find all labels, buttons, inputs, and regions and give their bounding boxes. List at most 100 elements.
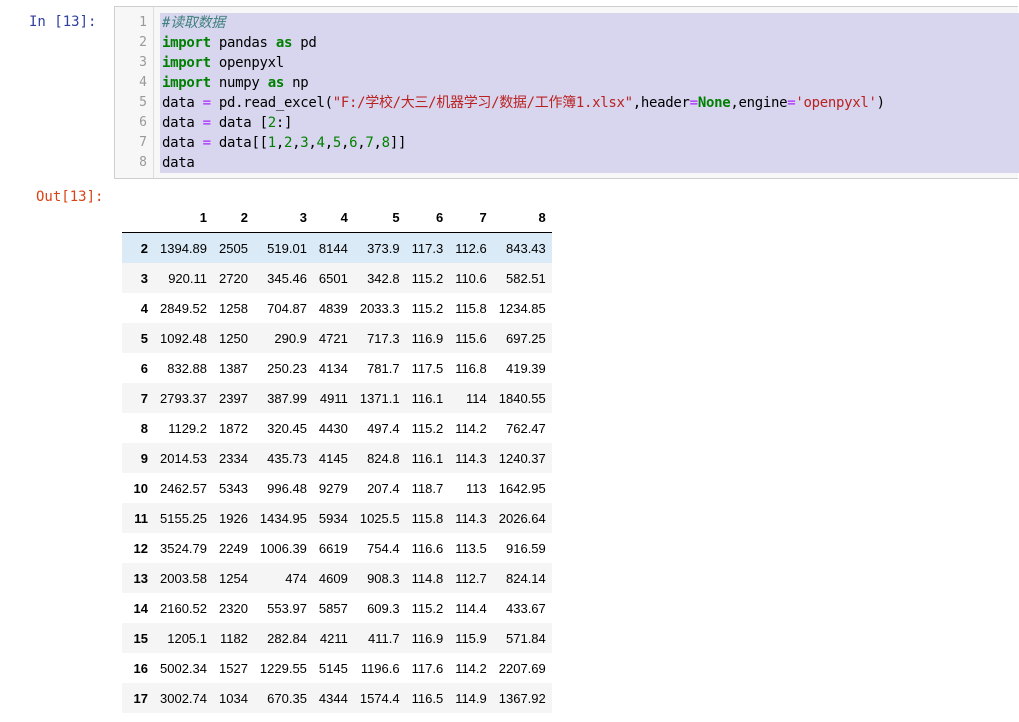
table-cell: 114.8 [411,570,444,586]
table-cell: 115.8 [411,510,444,526]
table-cell: 2033.3 [359,300,400,316]
column-header: 1 [154,202,213,233]
table-row: 9 2014.53 2334 435.73 4145 824.8 116.1 114.3 124… [122,443,552,473]
code-token: data [ [210,115,268,131]
code-token: 1 [267,135,276,151]
table-cell: 114 [466,390,487,406]
table-cell: 843.43 [506,240,546,256]
code-token: as [267,75,285,91]
code-line[interactable]: data = pd.read_excel("F:/学校/大三/机器学习/数据/工… [162,93,885,113]
table-cell: 4839 [318,300,348,316]
code-token: ,engine [730,95,788,111]
table-cell: 387.99 [267,390,307,406]
table-cell: 762.47 [506,420,546,436]
code-token: #读取数据 [162,15,225,31]
table-cell: 9279 [318,480,348,496]
table-row: 16 5002.34 1527 1229.55 5145 1196.6 117.6 114.2… [122,653,552,683]
table-cell: 1025.5 [359,510,400,526]
code-token: , [275,135,284,151]
table-cell: 112.7 [455,570,487,586]
table-cell: 433.67 [506,600,546,616]
table-cell: 207.4 [367,480,400,496]
code-token: ,header [632,95,690,111]
code-line[interactable]: import numpy as np [162,73,309,93]
code-token: data[[ [210,135,268,151]
table-cell: 115.2 [411,270,444,286]
table-cell: 4145 [318,450,348,466]
table-cell: 2160.52 [160,600,207,616]
table-cell: 2003.58 [160,570,207,586]
table-cell: 1394.89 [160,240,207,256]
line-number: 1 [139,15,147,30]
table-cell: 5934 [318,510,348,526]
table-cell: 116.8 [455,360,487,376]
code-line[interactable]: data [162,153,195,173]
code-token: ) [876,95,885,111]
table-cell: 3524.79 [160,540,207,556]
table-cell: 3002.74 [160,690,207,706]
table-row: 10 2462.57 5343 996.48 9279 207.4 118.7 113 1642… [122,473,552,503]
table-cell: 1129.2 [168,420,207,436]
table-cell: 1205.1 [167,630,207,646]
table-cell: 114.9 [455,690,487,706]
code-token: as [275,35,293,51]
code-line[interactable]: data = data [2:] [162,113,292,133]
code-line[interactable]: import openpyxl [162,53,284,73]
table-row: 14 2160.52 2320 553.97 5857 609.3 115.2 114.4 43… [122,593,552,623]
table-cell: 1371.1 [359,390,400,406]
table-cell: 115.2 [411,420,444,436]
table-cell: 824.14 [506,570,546,586]
code-line[interactable]: data = data[[1,2,3,4,5,6,7,8]] [162,133,406,153]
column-header: 7 [449,202,493,233]
row-index: 4 [140,300,148,316]
table-row: 2 1394.89 2505 519.01 8144 373.9 117.3 112.6 843… [122,232,552,263]
table-cell: 115.2 [411,300,444,316]
table-cell: 114.4 [455,600,487,616]
table-cell: 116.9 [411,630,444,646]
table-cell: 582.51 [506,270,546,286]
table-cell: 117.6 [411,660,444,676]
table-cell: 781.7 [367,360,400,376]
code-token: , [308,135,317,151]
table-cell: 1872 [219,420,248,436]
table-row: 3 920.11 2720 345.46 6501 342.8 115.2 110.6 582.… [122,263,552,293]
table-cell: 419.39 [506,360,546,376]
table-cell: 916.59 [506,540,546,556]
table-cell: 5343 [219,480,248,496]
code-token: openpyxl [210,55,284,71]
table-cell: 112.6 [455,240,487,256]
line-number: 2 [139,35,147,50]
code-token: 2 [283,135,293,151]
table-cell: 1034 [219,690,248,706]
table-cell: 1250 [219,330,248,346]
table-cell: 6501 [318,270,348,286]
input-prompt: In [13]: [29,14,97,30]
code-cell-editor[interactable]: 1 #读取数据 2 import pandas as pd 3 import openpy… [114,6,1019,179]
table-cell: 1527 [219,660,248,676]
table-cell: 2026.64 [498,510,546,526]
table-cell: 519.01 [267,240,307,256]
table-cell: 1258 [219,300,248,316]
table-cell: 250.23 [267,360,307,376]
code-line[interactable]: #读取数据 [162,13,225,33]
table-cell: 553.97 [267,600,307,616]
table-row: 11 5155.25 1926 1434.95 5934 1025.5 115.8 114.3… [122,503,552,533]
table-cell: 5002.34 [160,660,207,676]
table-cell: 2207.69 [498,660,546,676]
table-cell: 2334 [219,450,248,466]
table-cell: 2014.53 [160,450,207,466]
code-token: "F:/学校/大三/机器学习/数据/工作簿1.xlsx" [332,95,633,111]
row-index: 17 [133,690,148,706]
code-token: data [162,135,203,151]
table-cell: 110.6 [455,270,487,286]
table-row: 15 1205.1 1182 282.84 4211 411.7 116.9 115.9 571… [122,623,552,653]
table-cell: 1642.95 [498,480,546,496]
table-cell: 571.84 [506,630,546,646]
table-cell: 115.2 [411,600,444,616]
row-index: 13 [133,570,148,586]
table-cell: 113 [466,480,487,496]
code-line[interactable]: import pandas as pd [162,33,317,53]
table-cell: 114.2 [455,420,487,436]
table-cell: 4344 [318,690,348,706]
table-cell: 1840.55 [498,390,546,406]
